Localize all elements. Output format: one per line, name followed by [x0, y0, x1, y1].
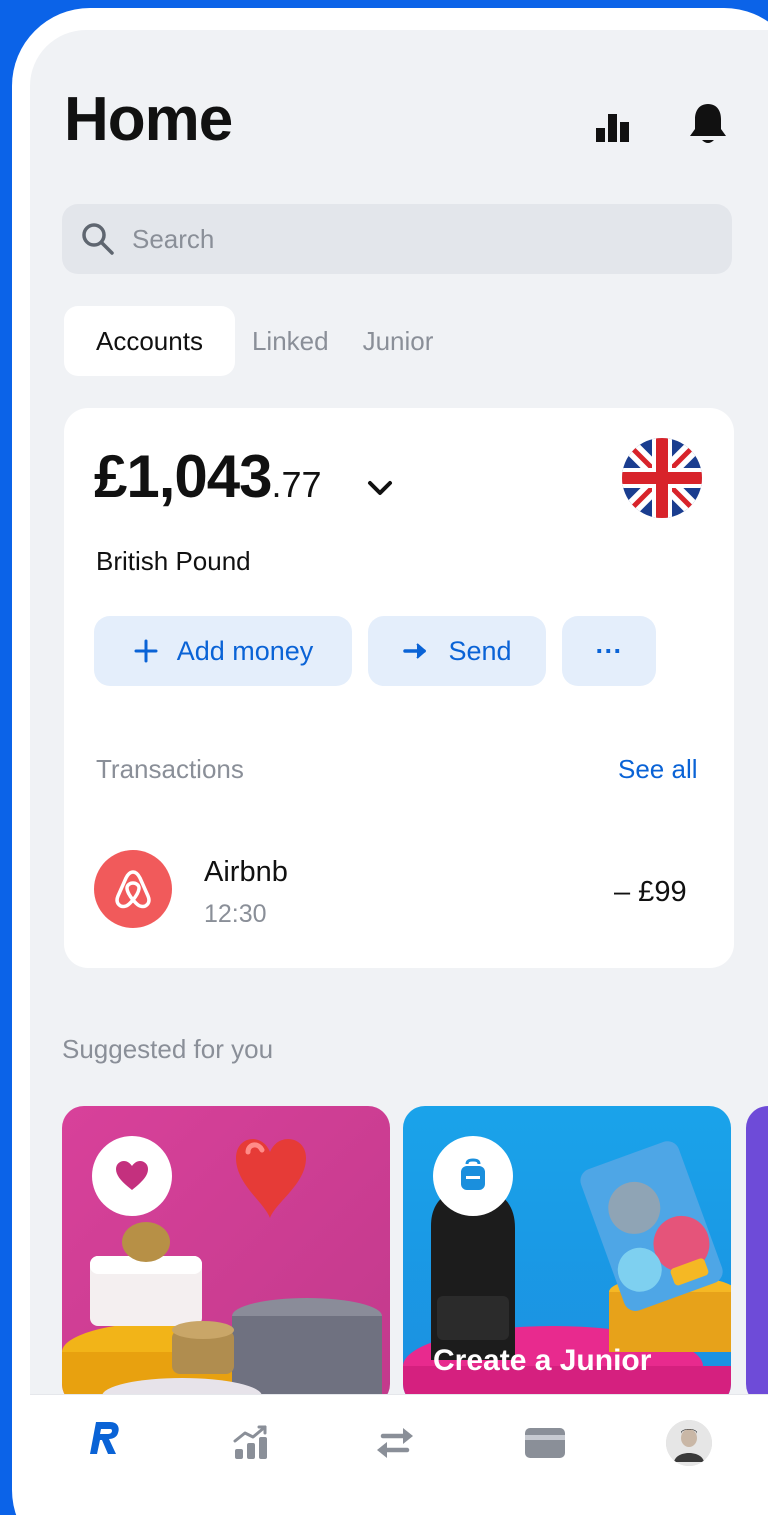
app-screen: Home Accounts Linked Junior £1,043 .77	[30, 30, 768, 1515]
transaction-amount: – £99	[614, 876, 687, 908]
plus-icon	[133, 638, 159, 664]
bell-icon	[690, 104, 726, 143]
add-money-label: Add money	[176, 635, 314, 666]
nav-cards[interactable]	[520, 1418, 570, 1468]
analytics-button[interactable]	[590, 106, 634, 150]
invest-chart-icon	[233, 1425, 267, 1459]
suggested-card-junior-caption: Create a Junior	[433, 1344, 652, 1377]
currency-name: British Pound	[96, 546, 251, 576]
avatar-icon	[666, 1420, 712, 1466]
nav-home[interactable]	[80, 1418, 130, 1468]
transactions-label: Transactions	[96, 754, 244, 784]
transaction-merchant[interactable]: Airbnb	[204, 856, 288, 889]
backpack-badge	[433, 1136, 513, 1216]
revolut-logo-icon	[88, 1418, 122, 1468]
airbnb-logo	[94, 850, 172, 928]
search-input[interactable]	[132, 223, 692, 255]
send-button[interactable]: Send	[368, 616, 546, 686]
tab-linked[interactable]: Linked	[235, 306, 346, 376]
uk-flag-icon	[622, 438, 702, 518]
more-dots-icon: ···	[595, 635, 623, 666]
card-icon	[525, 1428, 565, 1458]
backpack-icon	[461, 1158, 485, 1190]
more-actions-button[interactable]: ···	[562, 616, 656, 686]
search-bar[interactable]	[62, 204, 732, 274]
nav-profile[interactable]	[664, 1418, 714, 1468]
arrow-right-icon	[402, 640, 430, 662]
balance-cents: .77	[271, 464, 322, 505]
page-title: Home	[64, 85, 233, 154]
tab-accounts[interactable]: Accounts	[64, 306, 235, 376]
suggested-card-partial[interactable]	[746, 1106, 768, 1406]
chevron-down-icon[interactable]	[366, 478, 394, 503]
bar-chart-icon	[596, 114, 629, 142]
suggested-card-savings[interactable]	[62, 1106, 390, 1406]
see-all-link[interactable]: See all	[618, 754, 698, 785]
balance-main: £1,043	[94, 443, 273, 510]
notifications-button[interactable]	[686, 102, 730, 146]
savings-illustration	[62, 1139, 382, 1406]
add-money-button[interactable]: Add money	[94, 616, 352, 686]
transfer-arrows-icon	[377, 1428, 413, 1458]
balance-amount[interactable]: £1,043 .77	[94, 442, 322, 511]
search-icon	[82, 223, 114, 255]
nav-payments[interactable]	[370, 1418, 420, 1468]
nav-invest[interactable]	[226, 1418, 276, 1468]
suggested-card-junior[interactable]: Create a Junior	[403, 1106, 731, 1406]
transaction-time: 12:30	[204, 900, 267, 928]
send-label: Send	[448, 635, 512, 666]
suggested-label: Suggested for you	[62, 1034, 274, 1064]
tab-junior[interactable]: Junior	[346, 306, 451, 376]
account-tabs: Accounts Linked Junior	[64, 306, 450, 376]
